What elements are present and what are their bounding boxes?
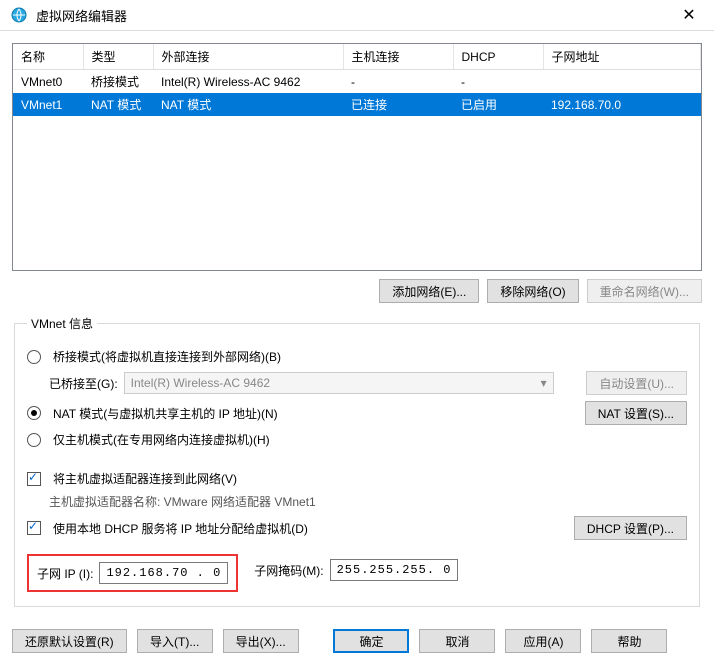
cell: VMnet1 (13, 93, 83, 116)
apply-button[interactable]: 应用(A) (505, 629, 581, 653)
export-button[interactable]: 导出(X)... (223, 629, 299, 653)
cell: NAT 模式 (153, 93, 343, 116)
remove-network-button[interactable]: 移除网络(O) (487, 279, 578, 303)
connect-host-label: 将主机虚拟适配器连接到此网络(V) (53, 470, 237, 487)
bridged-label: 桥接模式(将虚拟机直接连接到外部网络)(B) (53, 348, 281, 365)
bridged-to-label: 已桥接至(G): (49, 375, 118, 392)
titlebar: 虚拟网络编辑器 ✕ (0, 0, 714, 31)
cell: 已启用 (453, 93, 543, 116)
cancel-button[interactable]: 取消 (419, 629, 495, 653)
cell: - (343, 70, 453, 94)
app-icon (10, 6, 28, 24)
cell: VMnet0 (13, 70, 83, 94)
window-title: 虚拟网络编辑器 (36, 6, 674, 25)
cell (543, 70, 701, 94)
cell: 192.168.70.0 (543, 93, 701, 116)
cell: 桥接模式 (83, 70, 153, 94)
footer: 还原默认设置(R) 导入(T)... 导出(X)... 确定 取消 应用(A) … (0, 619, 714, 663)
network-table: 名称 类型 外部连接 主机连接 DHCP 子网地址 VMnet0 桥接模式 In… (12, 43, 702, 271)
table-header-row: 名称 类型 外部连接 主机连接 DHCP 子网地址 (13, 44, 701, 70)
cell: 已连接 (343, 93, 453, 116)
hostonly-radio[interactable] (27, 433, 41, 447)
table-row[interactable]: VMnet0 桥接模式 Intel(R) Wireless-AC 9462 - … (13, 70, 701, 94)
col-name[interactable]: 名称 (13, 44, 83, 70)
hostonly-label: 仅主机模式(在专用网络内连接虚拟机)(H) (53, 431, 270, 448)
col-type[interactable]: 类型 (83, 44, 153, 70)
cell: NAT 模式 (83, 93, 153, 116)
connect-host-check[interactable] (27, 472, 41, 486)
import-button[interactable]: 导入(T)... (137, 629, 213, 653)
ok-button[interactable]: 确定 (333, 629, 409, 653)
adapter-name-label: 主机虚拟适配器名称: VMware 网络适配器 VMnet1 (49, 493, 316, 510)
group-title: VMnet 信息 (27, 315, 97, 332)
col-host[interactable]: 主机连接 (343, 44, 453, 70)
subnet-ip-highlight: 子网 IP (I): 192.168.70 . 0 (27, 554, 238, 592)
subnet-ip-input[interactable]: 192.168.70 . 0 (99, 562, 228, 584)
subnet-ip-label: 子网 IP (I): (37, 565, 93, 582)
subnet-mask-input[interactable]: 255.255.255. 0 (330, 559, 459, 581)
bridged-radio[interactable] (27, 350, 41, 364)
cell: - (453, 70, 543, 94)
bridged-to-select: Intel(R) Wireless-AC 9462 (124, 372, 554, 394)
dhcp-settings-button[interactable]: DHCP 设置(P)... (574, 516, 687, 540)
nat-label: NAT 模式(与虚拟机共享主机的 IP 地址)(N) (53, 405, 278, 422)
vmnet-info-group: VMnet 信息 桥接模式(将虚拟机直接连接到外部网络)(B) 已桥接至(G):… (14, 315, 700, 607)
close-button[interactable]: ✕ (674, 0, 704, 30)
auto-settings-button: 自动设置(U)... (586, 371, 687, 395)
table-row[interactable]: VMnet1 NAT 模式 NAT 模式 已连接 已启用 192.168.70.… (13, 93, 701, 116)
col-dhcp[interactable]: DHCP (453, 44, 543, 70)
col-subnet[interactable]: 子网地址 (543, 44, 701, 70)
use-dhcp-label: 使用本地 DHCP 服务将 IP 地址分配给虚拟机(D) (53, 520, 308, 537)
cell: Intel(R) Wireless-AC 9462 (153, 70, 343, 94)
nat-settings-button[interactable]: NAT 设置(S)... (585, 401, 687, 425)
col-ext[interactable]: 外部连接 (153, 44, 343, 70)
help-button[interactable]: 帮助 (591, 629, 667, 653)
restore-defaults-button[interactable]: 还原默认设置(R) (12, 629, 127, 653)
rename-network-button: 重命名网络(W)... (587, 279, 702, 303)
nat-radio[interactable] (27, 406, 41, 420)
add-network-button[interactable]: 添加网络(E)... (379, 279, 479, 303)
use-dhcp-check[interactable] (27, 521, 41, 535)
bridged-to-value: Intel(R) Wireless-AC 9462 (131, 376, 270, 390)
subnet-mask-label: 子网掩码(M): (254, 562, 323, 579)
